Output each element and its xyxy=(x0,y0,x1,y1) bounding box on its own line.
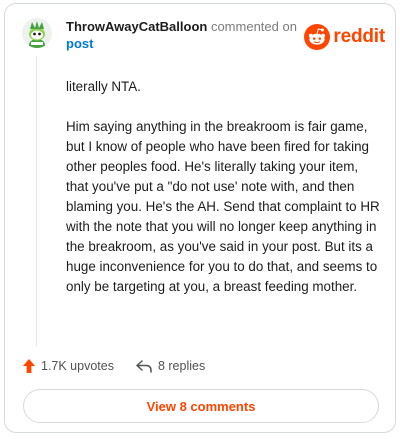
upvote-arrow-icon xyxy=(23,359,35,373)
view-comments-button[interactable]: View 8 comments xyxy=(23,389,379,423)
commented-on-text: commented on xyxy=(207,19,297,34)
comment-card: ThrowAwayCatBalloon commented on post re… xyxy=(4,3,396,433)
upvote-count: 1.7K upvotes xyxy=(41,359,114,373)
reddit-wordmark: reddit xyxy=(333,26,385,47)
thread-line xyxy=(36,56,37,346)
comment-body: literally NTA. Him saying anything in th… xyxy=(66,79,380,294)
reply-arrow-icon xyxy=(136,359,152,373)
snoo-avatar-icon xyxy=(22,18,52,48)
replies-count: 8 replies xyxy=(157,359,206,373)
reddit-snoo-icon xyxy=(304,24,331,50)
avatar[interactable] xyxy=(22,18,52,48)
reddit-brand: reddit xyxy=(304,24,385,50)
comment-header: ThrowAwayCatBalloon commented on post xyxy=(66,18,302,52)
username[interactable]: ThrowAwayCatBalloon xyxy=(66,19,207,34)
replies-button[interactable]: 8 replies xyxy=(136,359,205,373)
upvote-button[interactable]: 1.7K upvotes xyxy=(23,359,114,373)
comment-actions: 1.7K upvotes 8 replies xyxy=(23,359,205,373)
post-link[interactable]: post xyxy=(66,36,93,51)
